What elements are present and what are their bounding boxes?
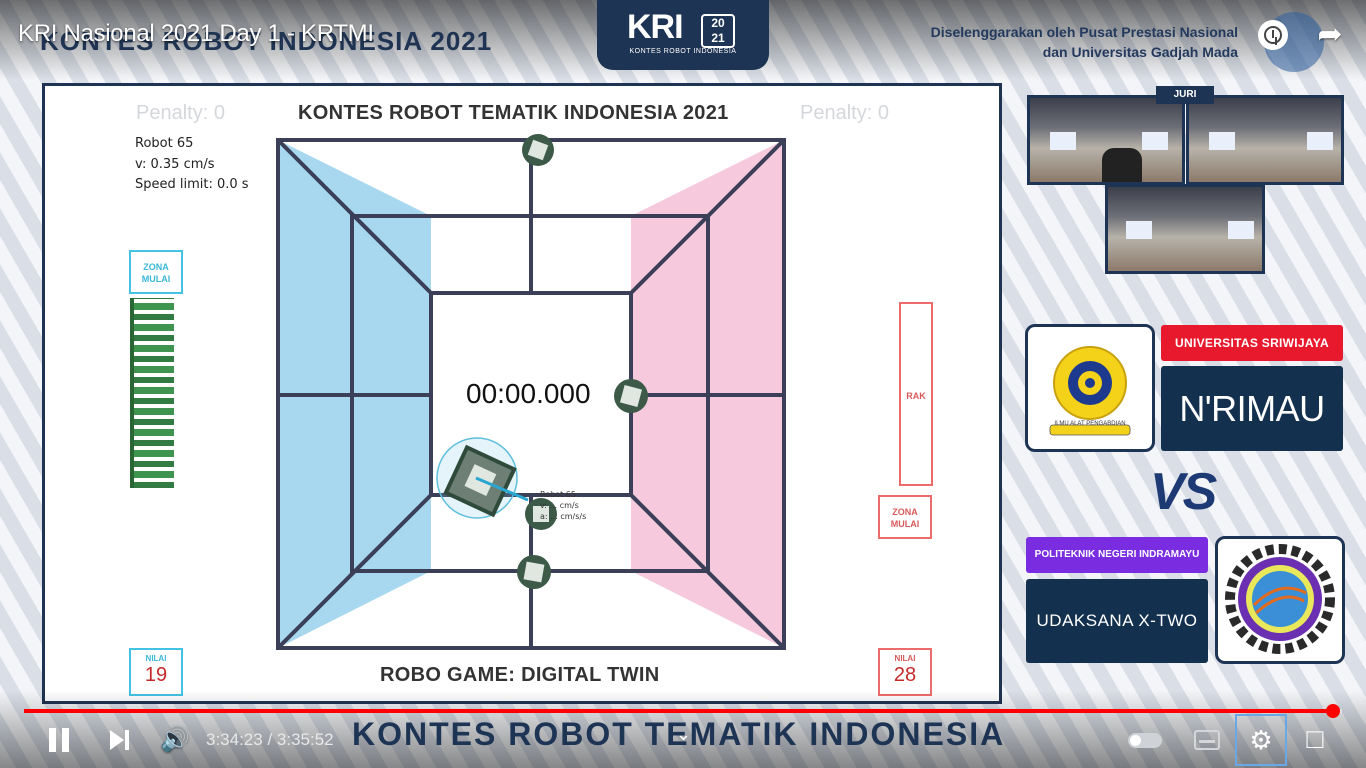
team2-name: UDAKSANA X-TWO <box>1026 579 1208 663</box>
start-zone-left: ZONA MULAI <box>129 250 183 294</box>
start-zone-left-label: ZONA MULAI <box>141 262 171 284</box>
team1-university: UNIVERSITAS SRIWIJAYA <box>1161 325 1343 361</box>
versus-label: VS <box>1150 463 1217 521</box>
kri-logo-year: 20 21 <box>701 14 735 48</box>
robot-marker-right <box>614 379 648 413</box>
unsri-emblem-icon <box>1049 346 1131 436</box>
judge-person <box>1102 148 1142 182</box>
score-left-value: 19 <box>144 664 168 686</box>
robot-tooltip-name: Robot 65 <box>540 490 576 499</box>
judge-camera-2 <box>1186 95 1344 185</box>
kri-logo-subtitle: KONTES ROBOT INDONESIA <box>629 48 737 55</box>
score-box-left: NILAI 19 <box>129 648 183 696</box>
match-timer: 00:00.000 <box>466 378 591 409</box>
robot-tooltip-velocity: v: ... cm/s <box>540 501 579 510</box>
robot-tooltip: Robot 65 v: ... cm/s a: ... cm/s/s <box>540 489 586 522</box>
progress-scrubber[interactable] <box>1326 704 1340 718</box>
progress-bar-played <box>24 709 1333 713</box>
fullscreen-exit-icon[interactable]: □ <box>1300 724 1330 754</box>
organizer-line-2: dan Universitas Gadjah Mada <box>1042 44 1238 60</box>
penalty-right: Penalty: 0 <box>800 102 889 124</box>
game-title: KONTES ROBOT TEMATIK INDONESIA 2021 <box>298 102 729 124</box>
team2-university: POLITEKNIK NEGERI INDRAMAYU <box>1026 537 1208 573</box>
robot-velocity: v: 0.35 cm/s <box>135 156 215 172</box>
pause-icon[interactable] <box>48 728 70 752</box>
volume-icon[interactable]: 🔊 <box>160 727 190 753</box>
game-footer-title: ROBO GAME: DIGITAL TWIN <box>380 664 660 686</box>
unsri-motto: ILMU ALAT PENGABDIAN <box>1054 421 1126 427</box>
captions-icon[interactable] <box>1194 730 1220 750</box>
chevron-down-icon[interactable]: ⌄ <box>676 724 691 745</box>
robot-name: Robot 65 <box>135 136 194 151</box>
rack-zone: RAK <box>899 302 933 486</box>
start-zone-right: ZONA MULAI <box>878 495 932 539</box>
robot-marker-bottom <box>517 555 551 589</box>
time-display: 3:34:23 / 3:35:52 <box>206 730 334 749</box>
robot-marker-top <box>522 134 554 166</box>
next-icon[interactable] <box>108 728 132 752</box>
robot-tooltip-accel: a: ... cm/s/s <box>540 512 587 521</box>
robot-info: Robot 65 v: 0.35 cm/s Speed limit: 0.0 s <box>135 134 249 196</box>
kri-logo-mark: KRI <box>627 8 684 46</box>
judge-camera-1 <box>1027 95 1185 185</box>
video-title[interactable]: KRI Nasional 2021 Day 1 - KRTMI <box>18 20 374 48</box>
robot-speed-limit: Speed limit: 0.0 s <box>135 177 249 192</box>
score-right-value: 28 <box>893 664 917 686</box>
clock-icon[interactable] <box>1258 20 1288 50</box>
polindra-emblem-icon <box>1225 544 1335 654</box>
autoplay-toggle-icon[interactable] <box>1128 733 1162 748</box>
unsri-logo <box>1025 324 1155 452</box>
score-right-label: NILAI <box>894 654 916 663</box>
start-zone-right-label: ZONA MULAI <box>890 507 920 529</box>
organizer-text: Diselenggarakan oleh Pusat Prestasi Nasi… <box>830 22 1238 62</box>
share-icon[interactable]: ➦ <box>1312 18 1348 52</box>
score-left-label: NILAI <box>145 654 167 663</box>
penalty-left: Penalty: 0 <box>136 102 225 124</box>
settings-icon[interactable]: ⚙ <box>1235 714 1287 766</box>
organizer-line-1: Diselenggarakan oleh Pusat Prestasi Nasi… <box>930 24 1238 40</box>
robot-track-strip <box>130 298 174 488</box>
team1-name: N'RIMAU <box>1161 366 1343 451</box>
score-box-right: NILAI 28 <box>878 648 932 696</box>
polindra-logo <box>1215 536 1345 664</box>
kri-logo: KRI 20 21 KONTES ROBOT INDONESIA <box>597 0 769 70</box>
judge-label: JURI <box>1156 86 1214 104</box>
judge-camera-3 <box>1105 184 1265 274</box>
